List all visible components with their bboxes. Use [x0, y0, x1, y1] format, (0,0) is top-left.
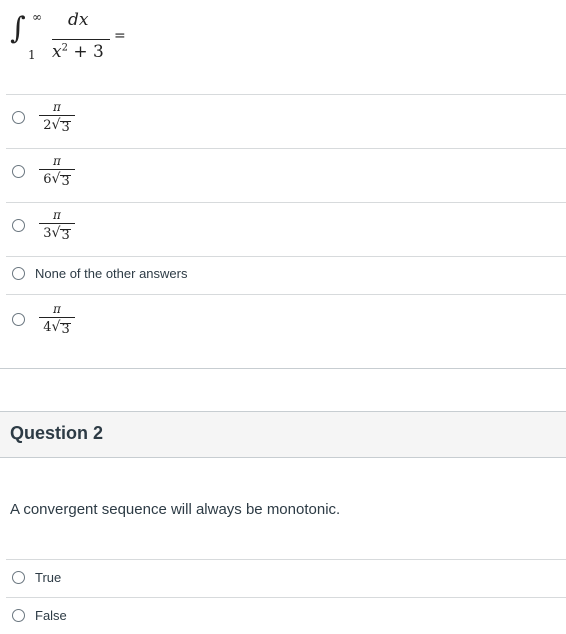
equals-sign: =: [114, 28, 126, 44]
integral-sign: ∫: [10, 11, 26, 46]
integral-upper-limit: ∞: [32, 10, 42, 24]
answer-option-5[interactable]: π 4 √ 3: [12, 302, 566, 336]
answer-option-1[interactable]: π 2 √ 3: [12, 100, 566, 134]
divider: [6, 202, 566, 203]
answer-fraction: π 6 √ 3: [39, 154, 75, 188]
denominator-constant: + 3: [67, 42, 104, 62]
fraction-bar: [39, 223, 75, 224]
radio-button[interactable]: [12, 312, 25, 326]
answer-coefficient: 6: [43, 172, 52, 187]
fraction-bar: [39, 115, 75, 116]
answer-denominator: 3 √ 3: [43, 225, 71, 243]
question-2-header: Question 2: [0, 411, 566, 458]
integrand-numerator: dx: [68, 10, 89, 30]
answer-coefficient: 2: [43, 118, 52, 133]
answer-numerator: π: [53, 154, 61, 168]
answer-option-3[interactable]: π 3 √ 3: [12, 208, 566, 242]
divider: [6, 597, 566, 598]
answer-label: True: [35, 570, 62, 585]
answer-label: False: [35, 608, 67, 623]
fraction-bar: [52, 39, 110, 40]
divider: [6, 256, 566, 257]
integral-lower-limit: 1: [28, 48, 36, 62]
divider: [6, 559, 566, 560]
question-separator: [0, 368, 566, 369]
divider: [6, 148, 566, 149]
answer-option-true[interactable]: True: [12, 570, 566, 585]
divider: [6, 294, 566, 295]
answer-radicand: 3: [60, 322, 71, 337]
answer-option-false[interactable]: False: [12, 608, 566, 623]
answer-coefficient: 3: [43, 226, 52, 241]
radio-button[interactable]: [12, 110, 25, 124]
answer-numerator: π: [53, 208, 61, 222]
answer-numerator: π: [53, 302, 61, 316]
question-1-prompt: ∫ ∞ 1 dx x2 + 3 =: [6, 4, 206, 74]
answer-option-2[interactable]: π 6 √ 3: [12, 154, 566, 188]
answer-label: None of the other answers: [35, 266, 188, 281]
sqrt-symbol: √: [51, 117, 61, 133]
sqrt-symbol: √: [51, 319, 61, 335]
question-title: Question 2: [10, 423, 104, 443]
answer-fraction: π 4 √ 3: [39, 302, 75, 336]
integrand-denominator: x2 + 3: [52, 42, 104, 62]
radio-button[interactable]: [12, 267, 25, 280]
question-2-prompt: A convergent sequence will always be mon…: [10, 501, 341, 518]
answer-radicand: 3: [60, 174, 71, 189]
denominator-variable: x: [52, 42, 62, 62]
radio-button[interactable]: [12, 571, 25, 584]
answer-option-4[interactable]: None of the other answers: [12, 266, 566, 281]
answer-denominator: 2 √ 3: [43, 117, 71, 135]
answer-denominator: 4 √ 3: [43, 319, 71, 337]
answer-fraction: π 3 √ 3: [39, 208, 75, 242]
sqrt-symbol: √: [51, 171, 61, 187]
sqrt-symbol: √: [51, 225, 61, 241]
answer-radicand: 3: [60, 228, 71, 243]
answer-radicand: 3: [60, 120, 71, 135]
answer-fraction: π 2 √ 3: [39, 100, 75, 134]
answer-coefficient: 4: [43, 320, 52, 335]
radio-button[interactable]: [12, 218, 25, 232]
answer-denominator: 6 √ 3: [43, 171, 71, 189]
answer-numerator: π: [53, 100, 61, 114]
radio-button[interactable]: [12, 609, 25, 622]
fraction-bar: [39, 169, 75, 170]
radio-button[interactable]: [12, 164, 25, 178]
fraction-bar: [39, 317, 75, 318]
divider: [6, 94, 566, 95]
